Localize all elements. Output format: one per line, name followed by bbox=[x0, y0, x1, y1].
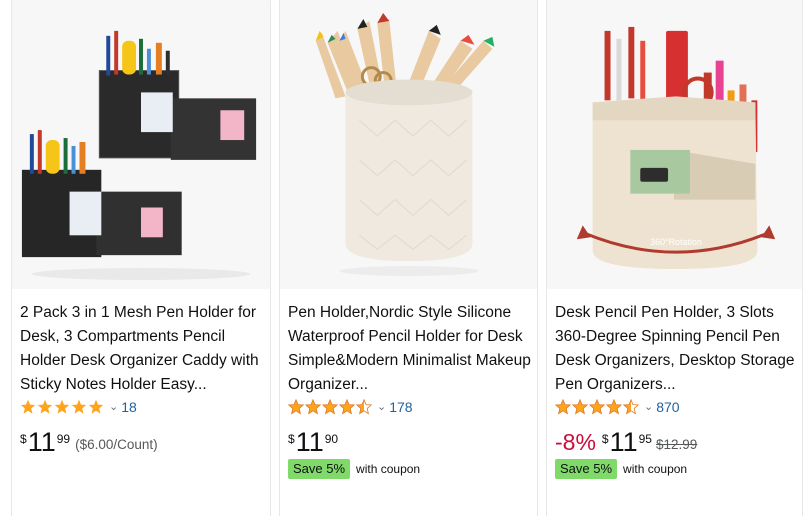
price-whole: 11 bbox=[295, 427, 324, 457]
chevron-down-icon[interactable]: ⌄ bbox=[377, 400, 386, 414]
price[interactable]: $ 11 90 bbox=[288, 428, 338, 456]
coupon-badge[interactable]: Save 5% bbox=[555, 459, 618, 479]
price-fraction: 99 bbox=[56, 432, 71, 446]
product-image[interactable]: 360°Rotation bbox=[547, 0, 802, 289]
list-price: $12.99 bbox=[655, 437, 698, 452]
star-rating bbox=[20, 399, 106, 415]
price[interactable]: -8% $ 11 95 $12.99 bbox=[555, 428, 697, 456]
product-rating[interactable]: ⌄ 870 bbox=[555, 398, 680, 416]
price[interactable]: $ 11 99 ($6.00/Count) bbox=[20, 428, 158, 456]
discount-percent: -8% bbox=[555, 429, 596, 455]
product-title[interactable]: 2 Pack 3 in 1 Mesh Pen Holder for Desk, … bbox=[20, 301, 264, 397]
coupon-text: with coupon bbox=[623, 462, 688, 476]
coupon[interactable]: Save 5% with coupon bbox=[288, 459, 420, 479]
star-icon bbox=[20, 399, 104, 414]
chevron-down-icon[interactable]: ⌄ bbox=[644, 400, 653, 414]
price-currency: $ bbox=[601, 432, 609, 446]
unit-price: ($6.00/Count) bbox=[75, 437, 158, 452]
price-currency: $ bbox=[288, 432, 295, 446]
review-count[interactable]: 18 bbox=[121, 399, 137, 415]
star-rating bbox=[555, 399, 641, 415]
product-rating[interactable]: ⌄ 18 bbox=[20, 398, 137, 416]
coupon-text: with coupon bbox=[356, 462, 421, 476]
silicone-cup-image bbox=[280, 1, 537, 288]
price-currency: $ bbox=[20, 432, 27, 446]
product-rating[interactable]: ⌄ 178 bbox=[288, 398, 413, 416]
price-fraction: 90 bbox=[324, 432, 339, 446]
review-count[interactable]: 870 bbox=[656, 399, 679, 415]
coupon-badge[interactable]: Save 5% bbox=[288, 459, 351, 479]
product-image[interactable] bbox=[12, 0, 270, 289]
price-whole: 11 bbox=[609, 427, 638, 457]
review-count[interactable]: 178 bbox=[389, 399, 412, 415]
price-whole: 11 bbox=[27, 427, 56, 457]
star-icon bbox=[288, 399, 373, 415]
price-fraction: 95 bbox=[638, 432, 652, 446]
product-card: Pen Holder,Nordic Style Silicone Waterpr… bbox=[279, 0, 538, 516]
product-card: 2 Pack 3 in 1 Mesh Pen Holder for Desk, … bbox=[11, 0, 271, 516]
product-image[interactable] bbox=[280, 0, 537, 289]
star-icon bbox=[555, 399, 640, 415]
product-card: 360°Rotation Desk Pencil Pen Holder, 3 S… bbox=[546, 0, 803, 516]
product-title[interactable]: Desk Pencil Pen Holder, 3 Slots 360-Degr… bbox=[555, 301, 796, 397]
chevron-down-icon[interactable]: ⌄ bbox=[109, 400, 118, 414]
product-title[interactable]: Pen Holder,Nordic Style Silicone Waterpr… bbox=[288, 301, 531, 397]
coupon[interactable]: Save 5% with coupon bbox=[555, 459, 687, 479]
rotation-label: 360°Rotation bbox=[650, 237, 702, 247]
rotating-organizer-image: 360°Rotation bbox=[547, 1, 802, 288]
star-rating bbox=[288, 399, 374, 415]
mesh-organizer-image bbox=[12, 1, 270, 288]
product-grid: 2 Pack 3 in 1 Mesh Pen Holder for Desk, … bbox=[0, 0, 803, 516]
